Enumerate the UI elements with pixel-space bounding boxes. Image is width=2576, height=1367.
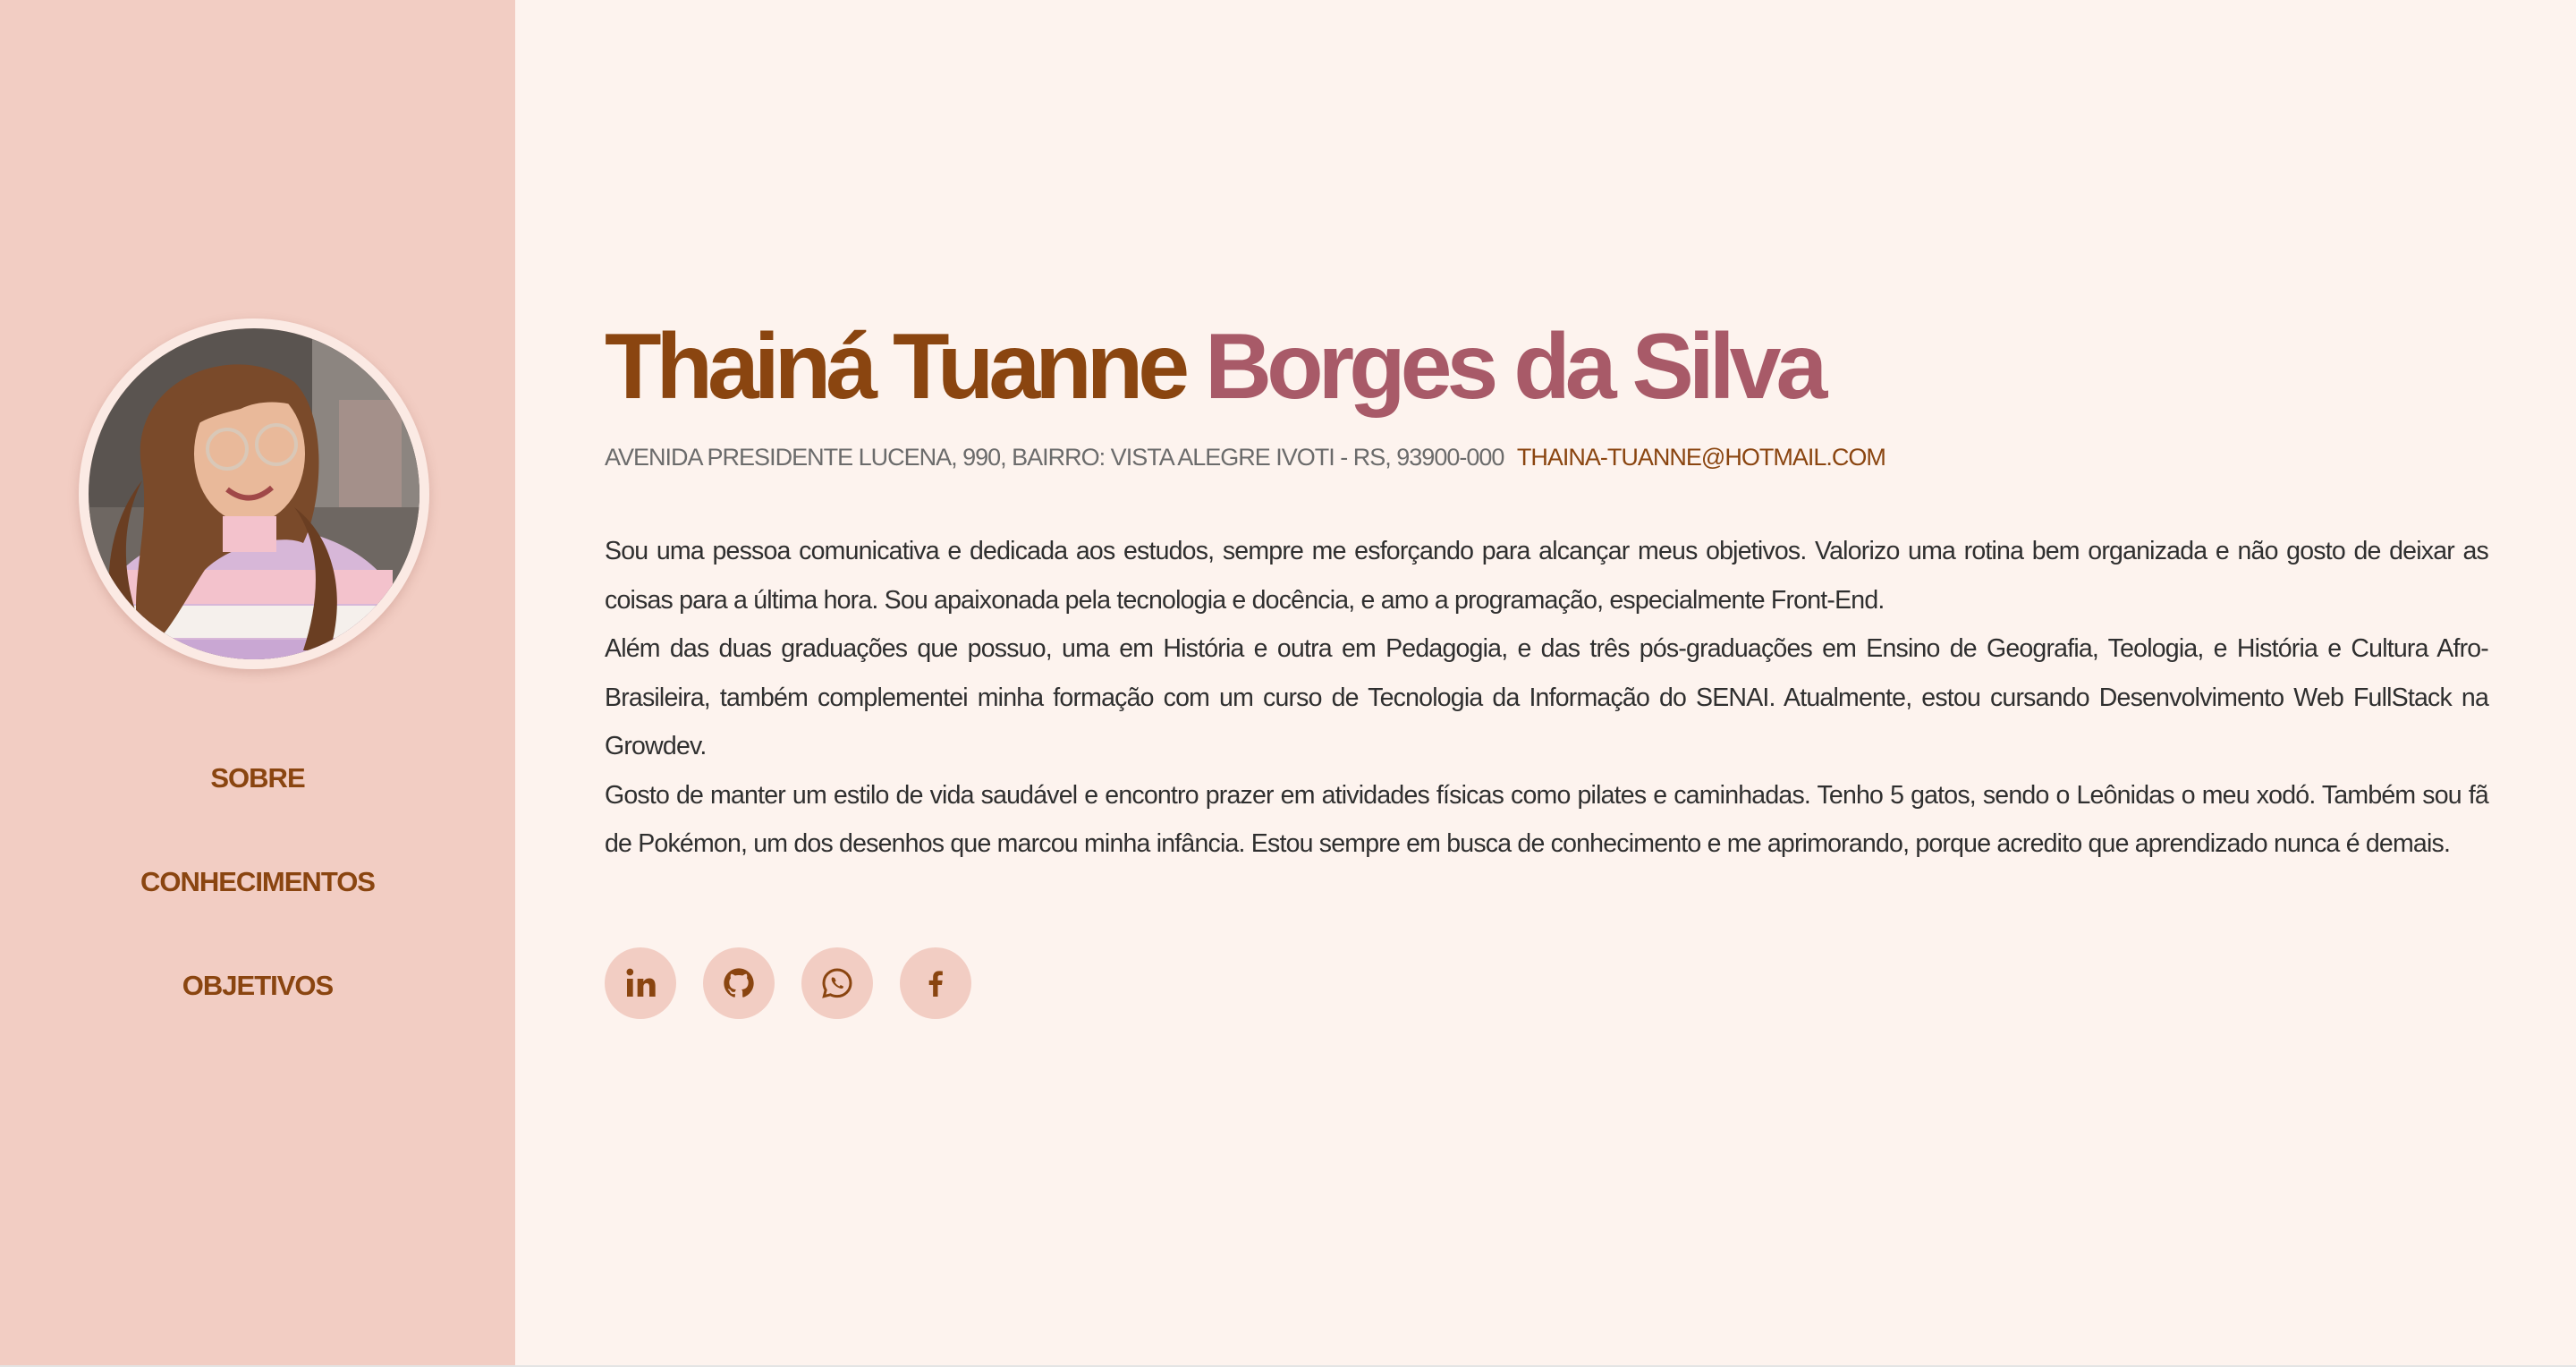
- avatar: [79, 318, 429, 669]
- linkedin-icon: [626, 968, 656, 997]
- bio-paragraph-3: Gosto de manter um estilo de vida saudáv…: [605, 780, 2489, 859]
- facebook-button[interactable]: [900, 947, 971, 1019]
- first-name: Thainá Tuanne: [605, 315, 1190, 419]
- about-section: Thainá Tuanne Borges da Silva AVENIDA PR…: [605, 304, 2489, 1019]
- whatsapp-button[interactable]: [801, 947, 873, 1019]
- github-button[interactable]: [703, 947, 775, 1019]
- profile-photo: [89, 328, 419, 659]
- bio-paragraph-1: Sou uma pessoa comunicativa e dedicada a…: [605, 537, 2489, 615]
- last-name: Borges da Silva: [1205, 315, 1827, 419]
- sidebar-nav: SOBRE CONHECIMENTOS OBJETIVOS: [0, 751, 515, 1063]
- whatsapp-icon: [822, 967, 852, 998]
- page-title: Thainá Tuanne Borges da Silva: [605, 304, 2488, 429]
- bio-paragraph-2: Além das duas graduações que possuo, uma…: [605, 634, 2489, 760]
- sidebar: SOBRE CONHECIMENTOS OBJETIVOS: [0, 0, 515, 1365]
- email-link[interactable]: THAINA-TUANNE@HOTMAIL.COM: [1517, 444, 1886, 471]
- linkedin-button[interactable]: [605, 947, 676, 1019]
- contact-info: AVENIDA PRESIDENTE LUCENA, 990, BAIRRO: …: [605, 444, 2488, 471]
- nav-item-objetivos[interactable]: OBJETIVOS: [0, 959, 515, 1063]
- bio-text: Sou uma pessoa comunicativa e dedicada a…: [605, 527, 2489, 869]
- nav-item-sobre[interactable]: SOBRE: [0, 751, 515, 855]
- nav-item-conhecimentos[interactable]: CONHECIMENTOS: [0, 855, 515, 959]
- github-icon: [724, 967, 754, 998]
- facebook-icon: [928, 970, 943, 997]
- social-links: [605, 947, 2488, 1019]
- address-text: AVENIDA PRESIDENTE LUCENA, 990, BAIRRO: …: [605, 444, 1504, 471]
